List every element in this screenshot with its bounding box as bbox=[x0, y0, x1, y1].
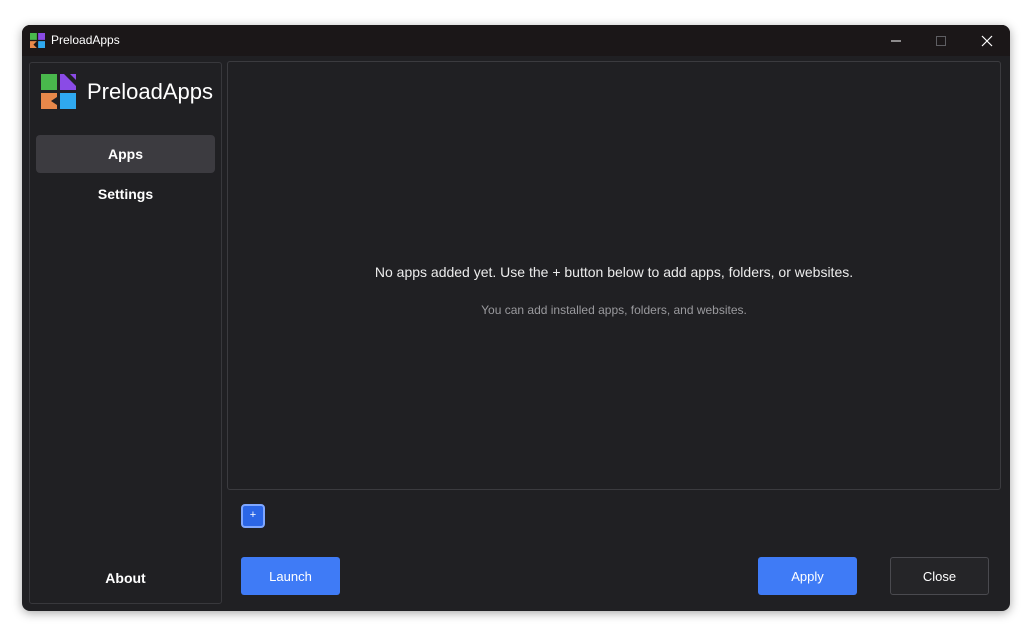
launch-button[interactable]: Launch bbox=[241, 557, 340, 595]
apps-list-panel: No apps added yet. Use the + button belo… bbox=[227, 61, 1001, 490]
maximize-icon bbox=[936, 35, 946, 46]
minimize-button[interactable] bbox=[873, 25, 919, 56]
empty-state-message: No apps added yet. Use the + button belo… bbox=[374, 264, 854, 280]
title-bar: PreloadApps bbox=[22, 25, 1010, 56]
close-icon bbox=[981, 35, 993, 46]
app-window: PreloadApps PreloadApps Apps Settings Ab… bbox=[22, 25, 1010, 611]
minimize-icon bbox=[891, 40, 901, 41]
window-title: PreloadApps bbox=[51, 33, 120, 47]
sidebar-item-about[interactable]: About bbox=[36, 559, 215, 597]
brand-logo-icon bbox=[41, 74, 76, 109]
close-button[interactable]: Close bbox=[890, 557, 989, 595]
sidebar-item-label: Apps bbox=[108, 146, 143, 162]
close-window-button[interactable] bbox=[964, 25, 1010, 56]
add-app-button[interactable]: + bbox=[241, 504, 265, 528]
brand-name: PreloadApps bbox=[87, 79, 213, 104]
sidebar-item-settings[interactable]: Settings bbox=[36, 175, 215, 213]
sidebar-item-apps[interactable]: Apps bbox=[36, 135, 215, 173]
app-logo-icon bbox=[30, 33, 45, 48]
maximize-button[interactable] bbox=[918, 25, 964, 56]
empty-state-hint: You can add installed apps, folders, and… bbox=[481, 303, 747, 317]
sidebar: PreloadApps Apps Settings About bbox=[29, 62, 222, 604]
apply-button[interactable]: Apply bbox=[758, 557, 857, 595]
sidebar-item-label: About bbox=[105, 570, 146, 586]
sidebar-item-label: Settings bbox=[97, 186, 154, 202]
